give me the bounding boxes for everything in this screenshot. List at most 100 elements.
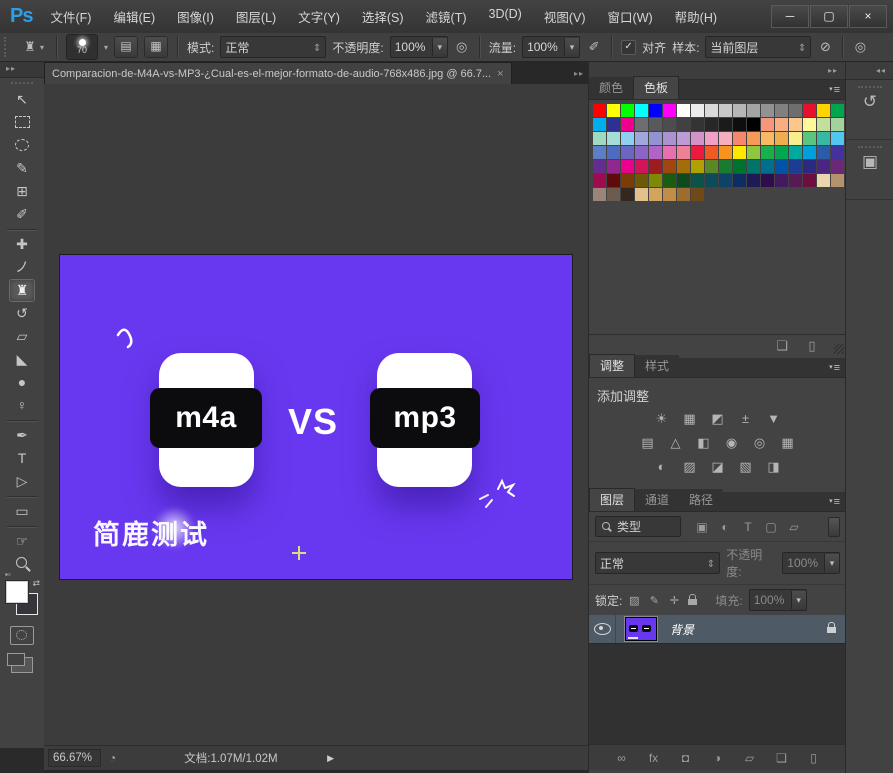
tab-channels[interactable]: 通道 xyxy=(635,489,679,511)
color-swatch[interactable] xyxy=(649,118,662,131)
clone-stamp-tool[interactable]: ♜ xyxy=(9,279,35,302)
color-swatch[interactable] xyxy=(677,188,690,201)
status-options-arrow[interactable]: ▶ xyxy=(322,753,340,764)
levels-icon[interactable]: ▦ xyxy=(680,411,700,427)
color-swatch[interactable] xyxy=(719,146,732,159)
menu-item[interactable]: 图层(L) xyxy=(236,7,276,26)
blur-tool[interactable]: ● xyxy=(9,371,35,394)
color-swatch[interactable] xyxy=(593,118,606,131)
menu-item[interactable]: 窗口(W) xyxy=(608,7,653,26)
chevron-down-icon[interactable]: ▾ xyxy=(104,43,108,52)
color-swatch[interactable] xyxy=(635,188,648,201)
color-swatch[interactable] xyxy=(747,174,760,187)
color-swatch[interactable] xyxy=(789,132,802,145)
color-swatch[interactable] xyxy=(705,160,718,173)
color-swatch[interactable] xyxy=(705,118,718,131)
color-swatch[interactable] xyxy=(691,132,704,145)
color-swatch[interactable] xyxy=(719,174,732,187)
color-swatch[interactable] xyxy=(621,146,634,159)
color-swatch[interactable] xyxy=(663,132,676,145)
delete-layer-icon[interactable]: ▯ xyxy=(806,751,822,765)
color-swatch[interactable] xyxy=(635,132,648,145)
ignore-adjustment-layers-icon[interactable]: ⊘ xyxy=(817,39,833,55)
color-swatch[interactable] xyxy=(761,160,774,173)
color-swatch[interactable] xyxy=(761,174,774,187)
panel-menu-icon[interactable]: ≡ xyxy=(829,362,840,374)
photo-filter-icon[interactable]: ◉ xyxy=(722,435,742,451)
layer-filter-type-select[interactable]: 类型 xyxy=(595,516,681,537)
gradient-tool[interactable]: ◣ xyxy=(9,348,35,371)
color-swatch[interactable] xyxy=(705,174,718,187)
color-swatch[interactable] xyxy=(817,104,830,117)
brightness-contrast-icon[interactable]: ☀ xyxy=(652,411,672,427)
color-swatch[interactable] xyxy=(831,146,844,159)
tablet-pressure-opacity-icon[interactable]: ◎ xyxy=(454,39,470,55)
brush-preset-picker[interactable]: 70 xyxy=(66,34,98,60)
threshold-icon[interactable]: ◪ xyxy=(708,459,728,475)
color-swatch[interactable] xyxy=(747,132,760,145)
color-swatch[interactable] xyxy=(621,118,634,131)
color-swatch[interactable] xyxy=(607,118,620,131)
color-swatch[interactable] xyxy=(803,174,816,187)
color-swatch[interactable] xyxy=(691,188,704,201)
color-swatch[interactable] xyxy=(677,104,690,117)
move-tool[interactable]: ↖ xyxy=(9,88,35,111)
color-swatch[interactable] xyxy=(789,174,802,187)
spot-healing-brush-tool[interactable]: ✚ xyxy=(9,233,35,256)
color-swatch[interactable] xyxy=(775,104,788,117)
color-swatch[interactable] xyxy=(635,118,648,131)
close-icon[interactable]: × xyxy=(497,68,503,80)
menu-item[interactable]: 文字(Y) xyxy=(298,7,340,26)
color-swatch[interactable] xyxy=(607,160,620,173)
color-swatch[interactable] xyxy=(831,160,844,173)
color-swatch[interactable] xyxy=(719,132,732,145)
color-swatch[interactable] xyxy=(663,146,676,159)
hue-saturation-icon[interactable]: ▤ xyxy=(638,435,658,451)
tablet-pressure-size-icon[interactable]: ◎ xyxy=(852,39,868,55)
layer-blend-mode-select[interactable]: 正常 xyxy=(595,552,720,574)
toggle-clone-source-panel-button[interactable]: ▦ xyxy=(144,36,168,58)
color-swatch[interactable] xyxy=(649,174,662,187)
menu-item[interactable]: 编辑(E) xyxy=(113,7,155,26)
color-swatch[interactable] xyxy=(733,132,746,145)
color-swatch[interactable] xyxy=(621,104,634,117)
flow-select[interactable]: 100% xyxy=(522,36,580,58)
color-swatch[interactable] xyxy=(677,160,690,173)
crop-tool[interactable]: ⊞ xyxy=(9,180,35,203)
color-swatch[interactable] xyxy=(817,174,830,187)
channel-mixer-icon[interactable]: ◎ xyxy=(750,435,770,451)
color-swatch[interactable] xyxy=(593,174,606,187)
airbrush-toggle-icon[interactable]: ✐ xyxy=(586,39,602,55)
color-swatch[interactable] xyxy=(733,174,746,187)
color-swatch[interactable] xyxy=(607,188,620,201)
menu-item[interactable]: 选择(S) xyxy=(362,7,404,26)
color-swatch[interactable] xyxy=(593,146,606,159)
color-swatch[interactable] xyxy=(789,118,802,131)
lock-transparency-icon[interactable]: ▨ xyxy=(628,594,640,607)
canvas-pasteboard[interactable]: m4a VS mp3 简鹿测试 xyxy=(44,84,588,746)
color-swatch[interactable] xyxy=(803,132,816,145)
color-swatch[interactable] xyxy=(663,188,676,201)
color-swatch[interactable] xyxy=(663,104,676,117)
menu-item[interactable]: 滤镜(T) xyxy=(426,7,467,26)
sample-select[interactable]: 当前图层 xyxy=(705,36,811,58)
eyedropper-tool[interactable]: ✐ xyxy=(9,203,35,226)
color-swatch[interactable] xyxy=(593,104,606,117)
color-swatch[interactable] xyxy=(789,146,802,159)
color-swatch[interactable] xyxy=(635,146,648,159)
zoom-tool[interactable] xyxy=(9,553,35,576)
color-swatch[interactable] xyxy=(691,118,704,131)
layer-thumbnail[interactable] xyxy=(626,618,656,640)
color-swatch[interactable] xyxy=(691,160,704,173)
color-swatch[interactable] xyxy=(607,132,620,145)
color-swatch[interactable] xyxy=(775,132,788,145)
color-swatch[interactable] xyxy=(789,104,802,117)
path-selection-tool[interactable]: ▷ xyxy=(9,470,35,493)
color-swatch[interactable] xyxy=(803,104,816,117)
menu-item[interactable]: 文件(F) xyxy=(50,7,91,26)
color-swatch[interactable] xyxy=(607,174,620,187)
tab-styles[interactable]: 样式 xyxy=(635,355,679,377)
default-colors-icon[interactable]: ▪▫ xyxy=(5,570,11,579)
color-swatch[interactable] xyxy=(775,118,788,131)
foreground-color-chip[interactable] xyxy=(6,581,28,603)
